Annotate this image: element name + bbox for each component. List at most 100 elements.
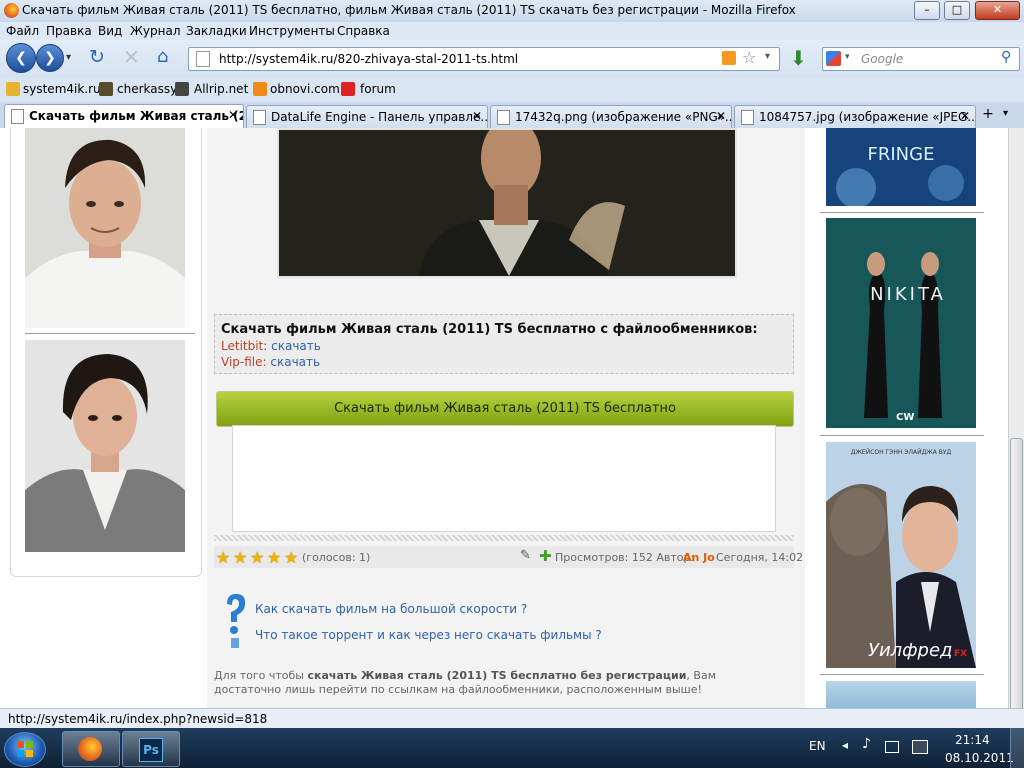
tab-label: 17432q.png (изображение «PNG»...: [515, 110, 732, 124]
actor-photo-2[interactable]: [25, 340, 185, 552]
tray-up-arrow-icon[interactable]: ◂: [842, 738, 848, 752]
help-link-torrent[interactable]: Что такое торрент и как через него скача…: [255, 628, 602, 642]
tab-jpg[interactable]: 1084757.jpg (изображение «JPEG... ✕: [734, 105, 976, 128]
rating-star-icon[interactable]: ★: [284, 548, 298, 567]
rating-star-icon[interactable]: ★: [250, 548, 264, 567]
bookmark-allrip[interactable]: Allrip.net: [194, 82, 248, 96]
page-icon: [253, 110, 266, 125]
rating-star-icon[interactable]: ★: [216, 548, 230, 567]
network-icon[interactable]: [912, 740, 928, 754]
url-text[interactable]: http://system4ik.ru/820-zhivaya-stal-201…: [219, 52, 518, 66]
page-icon: [11, 109, 24, 124]
tab-close-icon[interactable]: ✕: [716, 109, 726, 123]
scrollbar-thumb[interactable]: [1010, 438, 1023, 710]
help-link-speed[interactable]: Как скачать фильм на большой скорости ?: [255, 602, 527, 616]
magnifier-icon[interactable]: ⚲: [1001, 49, 1011, 65]
movie-still-image[interactable]: [277, 128, 737, 278]
menu-view[interactable]: Вид: [98, 24, 122, 38]
menu-bar: Файл Правка Вид Журнал Закладки Инструме…: [0, 22, 1024, 40]
poster-next[interactable]: [826, 681, 976, 708]
maximize-button[interactable]: □: [944, 1, 970, 20]
bookmark-obnovi[interactable]: obnovi.com: [270, 82, 340, 96]
poster-fringe[interactable]: FRINGE: [826, 128, 976, 206]
download-icon[interactable]: ⬇: [790, 46, 812, 70]
tab-png[interactable]: 17432q.png (изображение «PNG»... ✕: [490, 105, 732, 128]
question-icon: [227, 594, 246, 648]
nikita-title: NIKITA: [870, 284, 946, 305]
status-text: http://system4ik.ru/index.php?newsid=818: [8, 712, 268, 726]
clock-date[interactable]: 08.10.2011: [945, 751, 1014, 765]
search-placeholder: Google: [861, 52, 904, 66]
menu-tools[interactable]: Инструменты: [249, 24, 335, 38]
poster-nikita[interactable]: NIKITA CW: [826, 218, 976, 428]
photoshop-icon: Ps: [139, 738, 163, 762]
tab-datalife[interactable]: DataLife Engine - Панель управле... ✕: [246, 105, 488, 128]
download-link-vipfile[interactable]: скачать: [270, 355, 320, 369]
url-dropdown-icon[interactable]: ▾: [765, 51, 770, 62]
window-title: Скачать фильм Живая сталь (2011) TS бесп…: [22, 3, 796, 17]
tab-movie[interactable]: Скачать фильм Живая сталь (2... ✕: [4, 104, 244, 129]
tab-label: Скачать фильм Живая сталь (2...: [29, 109, 244, 123]
tab-close-icon[interactable]: ✕: [228, 108, 238, 122]
actor-photo-1[interactable]: [25, 128, 185, 328]
tab-label: DataLife Engine - Панель управле...: [271, 110, 488, 124]
bookmark-system4ik[interactable]: system4ik.ru: [23, 82, 101, 96]
back-button[interactable]: ❮: [6, 43, 36, 73]
wilfred-title: Уилфред: [868, 640, 953, 661]
taskbar-photoshop[interactable]: Ps: [122, 731, 180, 767]
left-sidebar: [10, 128, 202, 577]
image-icon: [497, 110, 510, 125]
minimize-button[interactable]: –: [914, 1, 940, 20]
author-link[interactable]: An Jo: [683, 551, 715, 564]
bookmark-star-icon[interactable]: ☆: [742, 48, 756, 67]
bookmark-cherkassy[interactable]: cherkassy: [117, 82, 177, 96]
rss-icon[interactable]: [722, 51, 736, 65]
bookmark-forum[interactable]: forum: [360, 82, 396, 96]
home-icon[interactable]: ⌂: [157, 46, 168, 67]
reload-icon[interactable]: ↻: [89, 46, 105, 68]
show-desktop-button[interactable]: [1010, 728, 1024, 768]
wilfred-actors: ДЖЕЙСОН ГЭНН ЭЛАЙДЖА ВУД: [851, 449, 952, 456]
start-button[interactable]: [4, 732, 46, 767]
volume-icon[interactable]: ♪: [862, 736, 871, 752]
search-engine-dropdown-icon[interactable]: ▾: [845, 52, 850, 62]
forward-button[interactable]: ❯: [36, 44, 64, 72]
download-link-row-vipfile: Vip-file: скачать: [221, 355, 320, 369]
display-icon[interactable]: [885, 741, 899, 753]
download-link-letitbit[interactable]: скачать: [271, 339, 321, 353]
language-indicator[interactable]: EN: [809, 739, 826, 753]
seo-text-prefix: Для того чтобы: [214, 669, 308, 682]
tab-list-icon[interactable]: ▾: [1003, 108, 1008, 119]
menu-history[interactable]: Журнал: [130, 24, 181, 38]
history-dropdown-icon[interactable]: ▾: [66, 52, 71, 63]
menu-bookmarks[interactable]: Закладки: [186, 24, 247, 38]
menu-file[interactable]: Файл: [6, 24, 39, 38]
bookmarks-toolbar: system4ik.ru cherkassy Allrip.net obnovi…: [0, 78, 1024, 102]
firefox-icon: [78, 737, 102, 761]
rating-star-icon[interactable]: ★: [267, 548, 281, 567]
tab-close-icon[interactable]: ✕: [960, 109, 970, 123]
bookmark-forum-icon: [341, 82, 355, 96]
menu-edit[interactable]: Правка: [46, 24, 92, 38]
stop-icon[interactable]: ✕: [123, 45, 140, 69]
poster-wilfred[interactable]: ДЖЕЙСОН ГЭНН ЭЛАЙДЖА ВУД Уилфред FX: [826, 442, 976, 668]
close-button[interactable]: ✕: [975, 1, 1020, 20]
menu-help[interactable]: Справка: [337, 24, 390, 38]
url-bar[interactable]: http://system4ik.ru/820-zhivaya-stal-201…: [188, 47, 780, 71]
page-icon: [196, 51, 210, 67]
tab-close-icon[interactable]: ✕: [472, 109, 482, 123]
plus-icon[interactable]: ✚: [539, 547, 552, 565]
divider: [820, 435, 984, 436]
fringe-title: FRINGE: [868, 144, 935, 165]
taskbar-firefox[interactable]: [62, 731, 120, 767]
seo-text: Для того чтобы скачать Живая сталь (2011…: [214, 669, 774, 697]
post-date: Сегодня, 14:02: [716, 551, 804, 564]
google-icon[interactable]: [826, 51, 841, 66]
clock-time[interactable]: 21:14: [955, 733, 990, 747]
download-free-button[interactable]: Скачать фильм Живая сталь (2011) TS бесп…: [216, 391, 794, 427]
search-input[interactable]: ▾ Google ⚲: [822, 47, 1020, 71]
new-tab-icon[interactable]: +: [978, 106, 998, 126]
image-icon: [741, 110, 754, 125]
rating-star-icon[interactable]: ★: [233, 548, 247, 567]
edit-icon[interactable]: ✎: [520, 548, 531, 563]
